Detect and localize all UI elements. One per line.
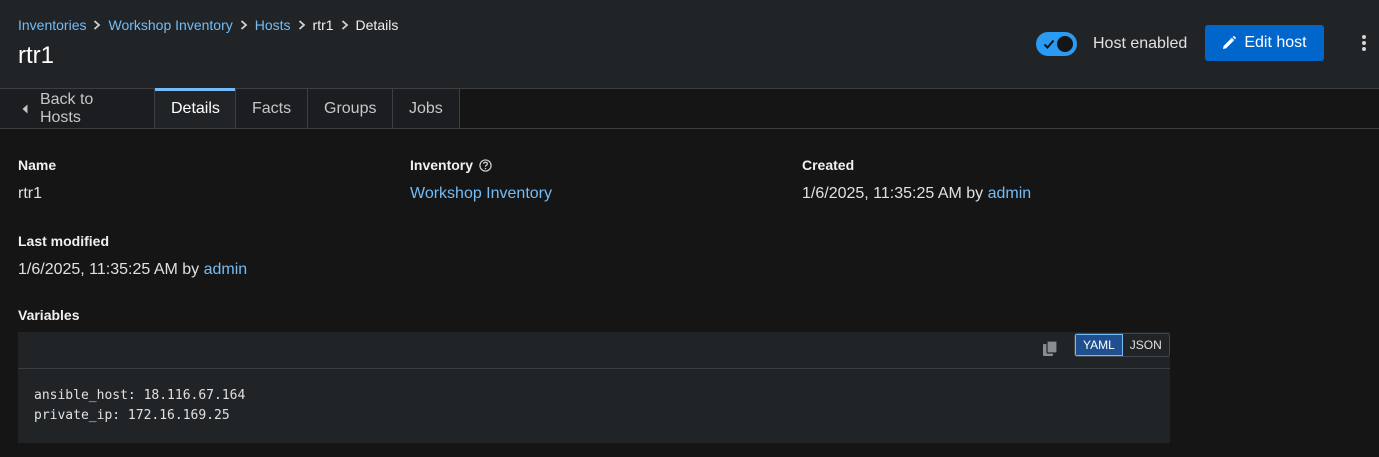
- kebab-menu-icon[interactable]: [1356, 33, 1372, 53]
- variables-code[interactable]: ansible_host: 18.116.67.164 private_ip: …: [18, 369, 1170, 443]
- modified-date: 1/6/2025, 11:35:25 AM by: [18, 261, 204, 278]
- tab-label: Jobs: [409, 99, 443, 117]
- check-icon: [1043, 39, 1055, 49]
- created-field: Created 1/6/2025, 11:35:25 AM by admin: [802, 157, 1031, 203]
- last-modified-field: Last modified 1/6/2025, 11:35:25 AM by a…: [18, 233, 247, 279]
- variables-field: Variables: [18, 307, 80, 323]
- breadcrumb-hosts[interactable]: Hosts: [255, 17, 291, 33]
- tab-details[interactable]: Details: [155, 88, 236, 128]
- edit-host-label: Edit host: [1244, 34, 1307, 51]
- created-date: 1/6/2025, 11:35:25 AM by: [802, 185, 988, 202]
- inventory-link[interactable]: Workshop Inventory: [410, 185, 552, 202]
- last-modified-label: Last modified: [18, 233, 110, 249]
- tab-label: Groups: [324, 99, 377, 117]
- name-value: rtr1: [18, 185, 42, 202]
- created-label: Created: [802, 157, 855, 173]
- tab-label: Details: [171, 99, 220, 117]
- tab-groups[interactable]: Groups: [308, 89, 393, 128]
- modified-by-user-link[interactable]: admin: [204, 261, 248, 278]
- chevron-right-icon: [233, 20, 255, 30]
- name-label: Name: [18, 157, 57, 173]
- chevron-right-icon: [334, 20, 356, 30]
- inventory-value-row: Workshop Inventory: [410, 185, 552, 203]
- breadcrumb: Inventories Workshop Inventory Hosts rtr…: [18, 17, 398, 33]
- created-by-user-link[interactable]: admin: [988, 185, 1032, 202]
- created-value: 1/6/2025, 11:35:25 AM by admin: [802, 185, 1031, 203]
- tab-label: Facts: [252, 99, 292, 117]
- tab-bar: Back to Hosts Details Facts Groups Jobs: [0, 88, 1379, 129]
- variables-label: Variables: [18, 307, 80, 323]
- tab-jobs[interactable]: Jobs: [393, 89, 460, 128]
- host-enabled-toggle[interactable]: [1036, 32, 1077, 56]
- json-mode-button[interactable]: JSON: [1123, 334, 1169, 356]
- last-modified-value: 1/6/2025, 11:35:25 AM by admin: [18, 261, 247, 279]
- page-title: rtr1: [18, 42, 54, 69]
- inventory-label: Inventory: [410, 157, 474, 173]
- variables-toolbar: YAML JSON: [18, 332, 1170, 369]
- breadcrumb-details: Details: [355, 17, 399, 33]
- chevron-right-icon: [86, 20, 108, 30]
- host-enabled-toggle-group: Host enabled: [1036, 32, 1187, 56]
- pencil-icon: [1223, 36, 1237, 49]
- copy-icon[interactable]: [1041, 340, 1059, 358]
- inventory-label-row: Inventory: [410, 157, 552, 173]
- help-icon[interactable]: [479, 158, 492, 172]
- chevron-right-icon: [291, 20, 313, 30]
- breadcrumb-inventories[interactable]: Inventories: [18, 17, 86, 33]
- tab-back-to-hosts[interactable]: Back to Hosts: [0, 89, 155, 128]
- yaml-mode-button[interactable]: YAML: [1075, 334, 1123, 356]
- caret-left-icon: [22, 104, 28, 113]
- toggle-knob: [1057, 36, 1073, 52]
- breadcrumb-workshop-inventory[interactable]: Workshop Inventory: [108, 17, 232, 33]
- variables-editor: YAML JSON ansible_host: 18.116.67.164 pr…: [18, 332, 1170, 443]
- page-header: Inventories Workshop Inventory Hosts rtr…: [0, 0, 1379, 88]
- tab-label: Back to Hosts: [39, 90, 94, 126]
- code-line: private_ip: 172.16.169.25: [34, 408, 230, 423]
- name-field: Name rtr1: [18, 157, 56, 203]
- inventory-field: Inventory Workshop Inventory: [410, 157, 552, 203]
- code-line: ansible_host: 18.116.67.164: [34, 388, 246, 403]
- tab-facts[interactable]: Facts: [236, 89, 308, 128]
- host-enabled-label: Host enabled: [1093, 35, 1188, 52]
- variables-mode-toggle: YAML JSON: [1074, 333, 1170, 357]
- edit-host-button[interactable]: Edit host: [1205, 25, 1324, 61]
- breadcrumb-rtr1: rtr1: [312, 17, 334, 33]
